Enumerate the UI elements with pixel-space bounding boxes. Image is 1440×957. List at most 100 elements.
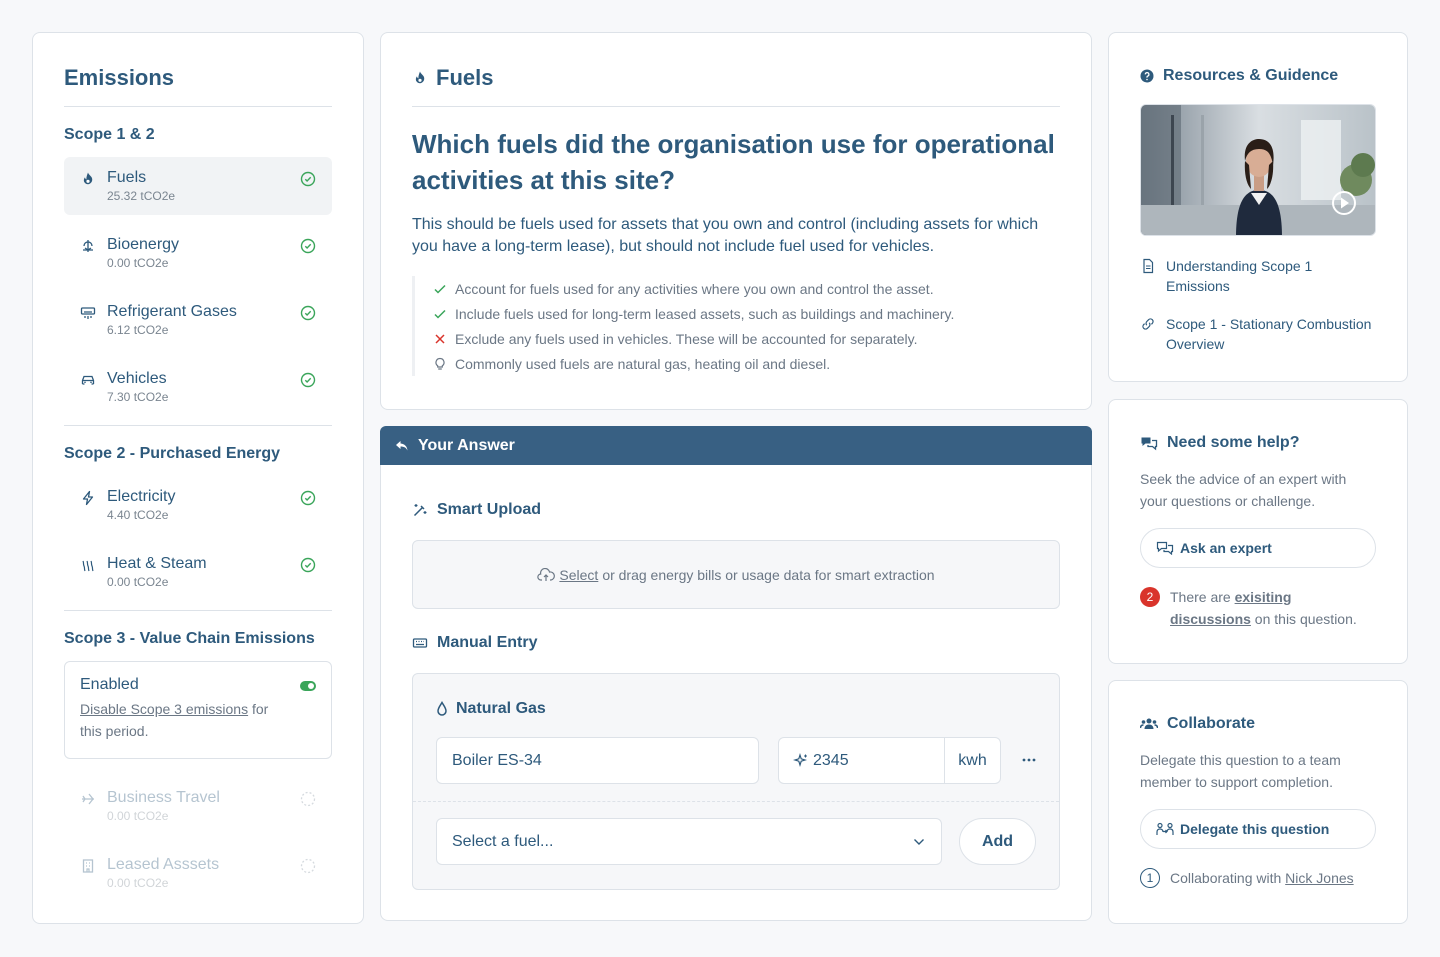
resource-link-text: Scope 1 - Stationary Combustion Overview xyxy=(1166,316,1372,352)
check-circle-icon xyxy=(300,372,316,388)
sidebar-item-value: 25.32 tCO2e xyxy=(107,189,176,203)
sidebar-item-heat-steam[interactable]: Heat & Steam 0.00 tCO2e xyxy=(64,543,332,601)
amount-value: 2345 xyxy=(813,751,849,769)
chevron-down-icon xyxy=(914,839,924,845)
ask-expert-label: Ask an expert xyxy=(1180,540,1272,556)
sidebar-item-value: 0.00 tCO2e xyxy=(107,575,169,589)
check-circle-icon xyxy=(300,490,316,506)
hint-item: Account for fuels used for any activitie… xyxy=(433,276,1060,301)
help-text: Seek the advice of an expert with your q… xyxy=(1140,471,1347,509)
hint-list: Account for fuels used for any activitie… xyxy=(412,276,1060,376)
sidebar-item-electricity[interactable]: Electricity 4.40 tCO2e xyxy=(64,476,332,534)
resources-heading: Resources & Guidence xyxy=(1140,67,1376,85)
sidebar-item-name: Business Travel xyxy=(107,789,220,806)
delegate-question-label: Delegate this question xyxy=(1180,821,1330,837)
sidebar-item-name: Bioenergy xyxy=(107,236,180,253)
resource-link-text: Understanding Scope 1 Emissions xyxy=(1166,258,1313,294)
sidebar-item-vehicles[interactable]: Vehicles 7.30 tCO2e xyxy=(64,358,332,416)
resources-title: Resources & Guidence xyxy=(1163,67,1339,84)
plant-icon xyxy=(83,240,93,252)
delegate-question-button[interactable]: Delegate this question xyxy=(1140,809,1376,849)
fuel-type-label: Natural Gas xyxy=(456,700,546,717)
collaborate-heading: Collaborate xyxy=(1140,715,1376,733)
note-text: on this question. xyxy=(1250,611,1357,627)
sidebar-item-value: 4.40 tCO2e xyxy=(107,508,169,522)
sidebar-item-bioenergy[interactable]: Bioenergy 0.00 tCO2e xyxy=(64,224,332,282)
sidebar-item-name: Refrigerant Gases xyxy=(107,303,237,320)
divider xyxy=(64,425,332,426)
divider xyxy=(64,610,332,611)
cloud-upload-icon xyxy=(537,567,556,581)
scope3-text: this period. xyxy=(80,723,149,739)
sparkle-icon xyxy=(793,752,807,767)
keyboard-icon xyxy=(412,638,428,648)
car-icon xyxy=(81,375,95,385)
amount-input[interactable]: 2345 kwh xyxy=(778,737,1001,784)
lightning-icon xyxy=(82,490,94,506)
cross-icon xyxy=(435,333,445,344)
answer-panel: Smart Upload Select or drag energy bills… xyxy=(380,465,1092,921)
scope3-description: Disable Scope 3 emissions for this period… xyxy=(80,698,316,742)
smart-upload-dropzone[interactable]: Select or drag energy bills or usage dat… xyxy=(412,540,1060,609)
flame-icon xyxy=(83,172,93,185)
scope3-heading: Scope 3 - Value Chain Emissions xyxy=(64,630,315,647)
sidebar-item-refrigerant-gases[interactable]: Refrigerant Gases 6.12 tCO2e xyxy=(64,291,332,349)
plane-icon xyxy=(82,793,94,805)
more-options-icon[interactable] xyxy=(1021,755,1037,765)
note-text: Collaborating with xyxy=(1170,870,1286,886)
select-file-link[interactable]: Select xyxy=(559,567,598,583)
guidance-video[interactable] xyxy=(1140,104,1376,236)
answer-header-bar: Your Answer xyxy=(380,426,1092,466)
document-icon xyxy=(1143,258,1154,274)
sidebar-item-name: Heat & Steam xyxy=(107,555,207,572)
collaborate-panel: Collaborate Delegate this question to a … xyxy=(1108,680,1408,924)
sidebar-item-fuels[interactable]: Fuels 25.32 tCO2e xyxy=(64,157,332,215)
hint-text: Exclude any fuels used in vehicles. Thes… xyxy=(455,330,918,347)
hint-text: Include fuels used for long-term leased … xyxy=(455,305,955,322)
ask-expert-button[interactable]: Ask an expert xyxy=(1140,528,1376,568)
collaborating-note: 1 Collaborating with Nick Jones xyxy=(1140,867,1376,889)
scope3-toggle[interactable] xyxy=(300,681,316,691)
resource-link-stationary-combustion[interactable]: Scope 1 - Stationary Combustion Overview xyxy=(1140,314,1376,354)
pending-circle-icon xyxy=(300,791,316,807)
sidebar-item-value: 6.12 tCO2e xyxy=(107,323,169,337)
answer-title: Your Answer xyxy=(418,437,515,454)
chat-icon xyxy=(1156,541,1174,555)
scope3-text: for xyxy=(248,701,269,717)
fuel-select[interactable]: Select a fuel... xyxy=(436,818,942,865)
collaborator-link[interactable]: Nick Jones xyxy=(1285,870,1353,886)
flame-icon xyxy=(415,71,425,84)
sidebar-item-leased-assets[interactable]: Leased Asssets 0.00 tCO2e xyxy=(64,844,332,902)
check-icon xyxy=(434,284,446,294)
check-circle-icon xyxy=(300,557,316,573)
help-title: Need some help? xyxy=(1167,434,1300,451)
sidebar-item-value: 0.00 tCO2e xyxy=(107,876,169,890)
hint-item: Commonly used fuels are natural gas, hea… xyxy=(433,351,1060,376)
sidebar-item-name: Electricity xyxy=(107,488,176,505)
chat-bubbles-icon xyxy=(1141,437,1158,451)
help-heading: Need some help? xyxy=(1140,434,1376,452)
sidebar-item-name: Fuels xyxy=(107,169,147,186)
video-thumbnail xyxy=(1141,105,1375,235)
scope3-status: Enabled xyxy=(80,676,139,693)
resource-link-scope1[interactable]: Understanding Scope 1 Emissions xyxy=(1140,256,1376,296)
delegate-icon xyxy=(1156,822,1174,835)
users-icon xyxy=(1140,718,1158,729)
scope2-heading: Scope 2 - Purchased Energy xyxy=(64,445,281,462)
sidebar-item-name: Leased Asssets xyxy=(107,856,220,873)
sidebar-item-business-travel[interactable]: Business Travel 0.00 tCO2e xyxy=(64,777,332,835)
question-description: This should be fuels used for assets tha… xyxy=(412,216,1039,255)
pending-circle-icon xyxy=(300,858,316,874)
scope3-enabled-box: Enabled Disable Scope 3 emissions for thi… xyxy=(64,661,332,759)
collaborator-count-badge: 1 xyxy=(1140,868,1160,888)
asset-input[interactable]: Boiler ES-34 xyxy=(436,737,759,784)
hint-text: Account for fuels used for any activitie… xyxy=(455,280,934,297)
hint-text: Commonly used fuels are natural gas, hea… xyxy=(455,355,831,372)
section-title: Fuels xyxy=(436,65,494,90)
check-circle-icon xyxy=(300,305,316,321)
note-text: There are xyxy=(1170,589,1235,605)
add-fuel-button[interactable]: Add xyxy=(959,818,1036,865)
check-circle-icon xyxy=(300,171,316,187)
manual-entry-heading: Manual Entry xyxy=(412,634,1060,652)
disable-scope3-link[interactable]: Disable Scope 3 emissions xyxy=(80,701,248,717)
